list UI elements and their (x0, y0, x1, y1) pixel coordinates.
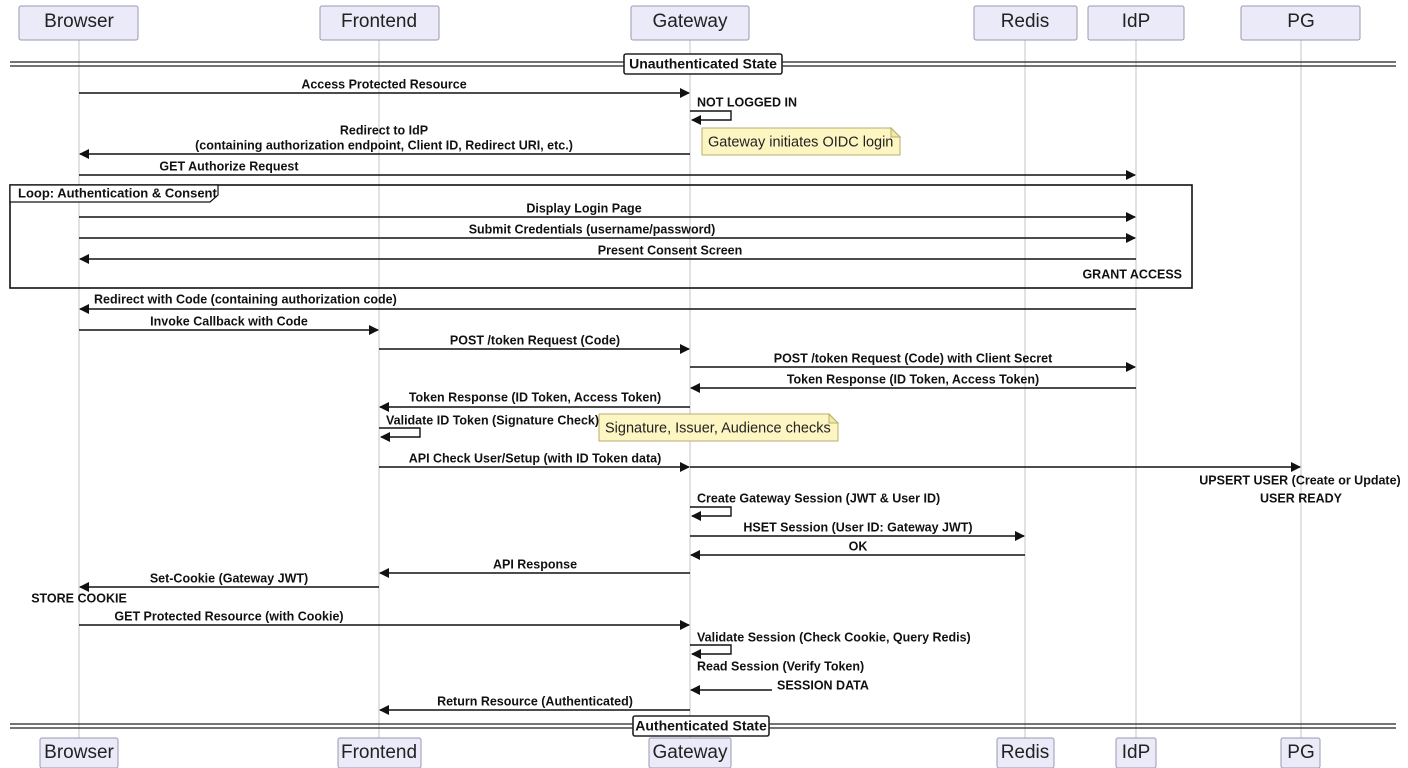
message-17: HSET Session (User ID: Gateway JWT) (690, 520, 1025, 541)
actor-redis-bottom: Redis (996, 737, 1055, 768)
state-label: STORE COOKIE (31, 591, 127, 605)
self-message-arrow (690, 506, 732, 521)
self-message-arrow (690, 110, 732, 125)
actor-gateway-top: Gateway (630, 5, 750, 41)
message-label: Token Response (ID Token, Access Token) (787, 372, 1039, 386)
actor-pg-bottom: PG (1280, 737, 1321, 768)
message-4: Display Login Page (79, 201, 1136, 222)
actor-label: PG (1287, 742, 1314, 763)
message-3: GET Authorize Request (79, 159, 1136, 180)
actor-label: PG (1287, 11, 1314, 32)
divider-top: Unauthenticated State (10, 53, 1396, 75)
message-16: Create Gateway Session (JWT & User ID) (690, 491, 940, 521)
message-12: Token Response (ID Token, Access Token) (379, 390, 690, 412)
actor-redis-top: Redis (973, 5, 1078, 41)
message-13: Validate ID Token (Signature Check) (379, 413, 599, 442)
message-label: (containing authorization endpoint, Clie… (195, 138, 573, 152)
actor-gateway-bottom: Gateway (648, 737, 732, 768)
state-label: UPSERT USER (Create or Update) (1199, 473, 1400, 487)
message-7: Redirect with Code (containing authoriza… (79, 292, 1136, 314)
message-label: Token Response (ID Token, Access Token) (409, 390, 661, 404)
message-label: API Response (493, 557, 577, 571)
message-label: GET Protected Resource (with Cookie) (114, 609, 343, 623)
actor-label: Gateway (653, 742, 728, 763)
divider-bottom: Authenticated State (10, 715, 1396, 737)
message-label: OK (849, 539, 868, 553)
message-1: NOT LOGGED IN (690, 95, 797, 125)
state-label: GRANT ACCESS (1082, 267, 1182, 281)
actor-label: IdP (1122, 11, 1151, 32)
message-9: POST /token Request (Code) (379, 333, 690, 354)
message-label: Present Consent Screen (598, 243, 743, 257)
message-21: GET Protected Resource (with Cookie) (79, 609, 690, 630)
message-label: Validate Session (Check Cookie, Query Re… (697, 630, 971, 644)
message-label: Validate ID Token (Signature Check) (386, 413, 599, 427)
message-label: POST /token Request (Code) (450, 333, 620, 347)
loop-label: Loop: Authentication & Consent (18, 185, 217, 200)
message-5: Submit Credentials (username/password) (79, 222, 1136, 243)
divider-label: Unauthenticated State (629, 56, 777, 72)
note-text: Signature, Issuer, Audience checks (605, 420, 831, 436)
message-label: Create Gateway Session (JWT & User ID) (697, 491, 940, 505)
sequence-diagram: Loop: Authentication & Consent Unauthent… (9, 5, 1401, 768)
actor-label: Frontend (341, 742, 417, 763)
message-20: Set-Cookie (Gateway JWT) (79, 571, 379, 592)
note-1: Signature, Issuer, Audience checks (598, 412, 840, 442)
message-label: Access Protected Resource (301, 77, 466, 91)
actor-label: Gateway (653, 11, 728, 32)
actor-label: Frontend (341, 11, 417, 32)
message-label: Submit Credentials (username/password) (469, 222, 716, 236)
actor-browser-bottom: Browser (39, 737, 119, 768)
message-18: OK (690, 539, 1025, 560)
message-label: Invoke Callback with Code (150, 314, 308, 328)
message-0: Access Protected Resource (79, 77, 690, 98)
actor-label: Browser (44, 11, 114, 32)
note-text: Gateway initiates OIDC login (708, 134, 893, 150)
message-label: GET Authorize Request (159, 159, 299, 173)
message-label: NOT LOGGED IN (697, 95, 797, 109)
message-11: Token Response (ID Token, Access Token) (690, 372, 1136, 393)
message-14: API Check User/Setup (with ID Token data… (379, 451, 690, 472)
message-2: Redirect to IdP(containing authorization… (79, 123, 690, 159)
actor-label: Browser (44, 742, 114, 763)
divider-label: Authenticated State (635, 718, 767, 734)
actor-label: Redis (1001, 742, 1050, 763)
message-label: API Check User/Setup (with ID Token data… (409, 451, 662, 465)
message-24: Return Resource (Authenticated) (379, 694, 690, 715)
message-label: Redirect to IdP (340, 123, 428, 137)
self-message-arrow (379, 427, 421, 442)
actor-label: IdP (1122, 742, 1151, 763)
actor-browser-top: Browser (18, 5, 139, 41)
message-label: Return Resource (Authenticated) (437, 694, 633, 708)
message-label: Read Session (Verify Token) (697, 659, 864, 673)
message-22: Validate Session (Check Cookie, Query Re… (690, 630, 971, 659)
message-19: API Response (379, 557, 690, 578)
message-label: Display Login Page (526, 201, 641, 215)
message-8: Invoke Callback with Code (79, 314, 379, 335)
message-label: POST /token Request (Code) with Client S… (774, 351, 1053, 365)
state-label: USER READY (1260, 491, 1343, 505)
message-label: Set-Cookie (Gateway JWT) (150, 571, 308, 585)
actor-idp-bottom: IdP (1115, 737, 1157, 768)
message-10: POST /token Request (Code) with Client S… (690, 351, 1136, 372)
state-label: SESSION DATA (777, 678, 869, 692)
actor-pg-top: PG (1240, 5, 1361, 41)
actor-idp-top: IdP (1087, 5, 1185, 41)
self-message-arrow (690, 644, 732, 659)
actor-label: Redis (1001, 11, 1050, 32)
message-label: Redirect with Code (containing authoriza… (94, 292, 397, 306)
actor-frontend-top: Frontend (319, 5, 440, 41)
actor-frontend-bottom: Frontend (337, 737, 422, 768)
message-6: Present Consent Screen (79, 243, 1136, 264)
note-0: Gateway initiates OIDC login (701, 126, 902, 156)
message-label: HSET Session (User ID: Gateway JWT) (743, 520, 972, 534)
